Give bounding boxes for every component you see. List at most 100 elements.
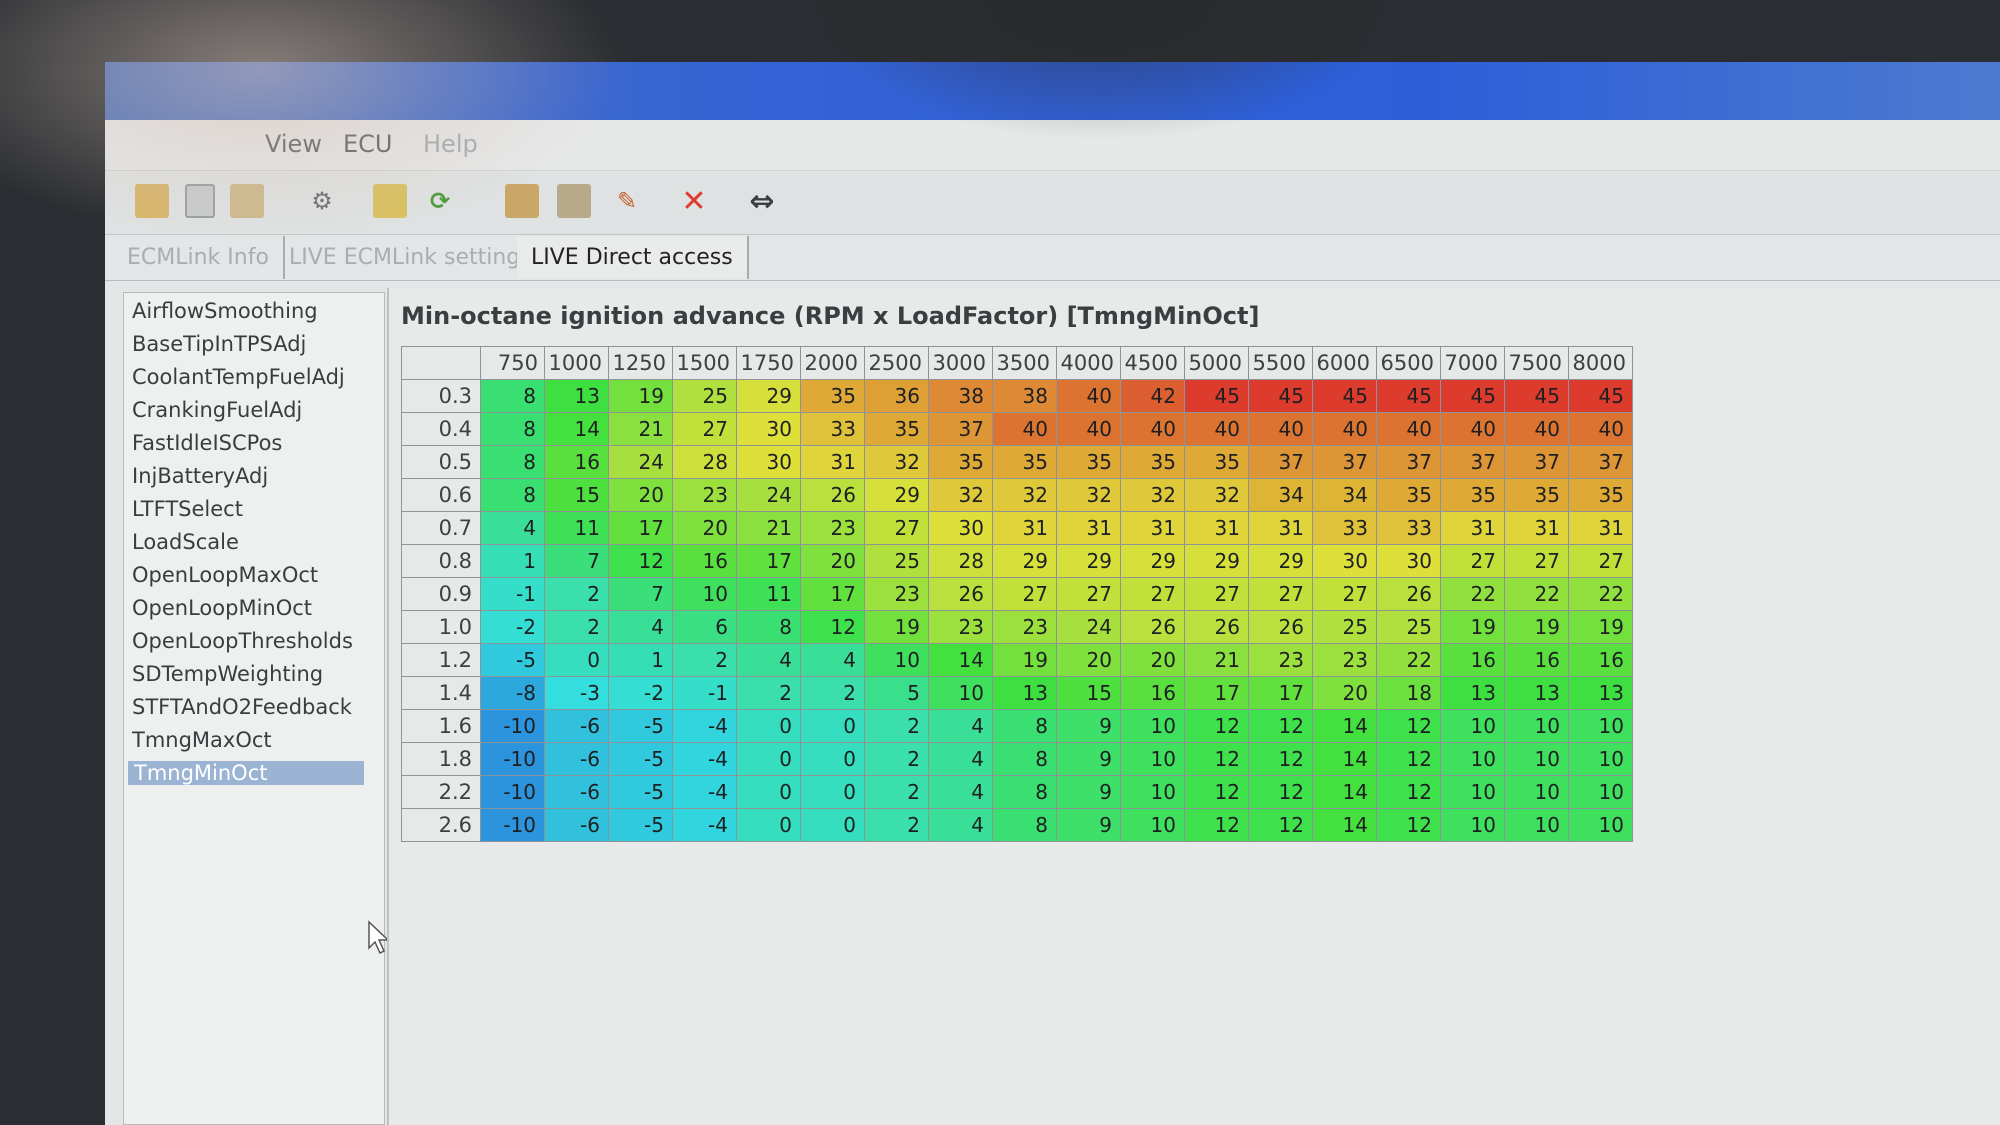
table-cell[interactable]: 8 (480, 478, 545, 512)
table-cell[interactable]: 27 (1184, 577, 1249, 611)
table-cell[interactable]: 31 (1184, 511, 1249, 545)
table-cell[interactable]: 10 (1440, 775, 1505, 809)
table-cell[interactable]: 30 (928, 511, 993, 545)
table-cell[interactable]: 8 (480, 445, 545, 479)
table-cell[interactable]: 10 (1504, 709, 1569, 743)
menu-help[interactable]: Help (423, 130, 478, 158)
table-cell[interactable]: 35 (1056, 445, 1121, 479)
table-cell[interactable]: 40 (1504, 412, 1569, 446)
table-cell[interactable]: 17 (608, 511, 673, 545)
menu-ecu[interactable]: ECU (343, 130, 393, 158)
table-cell[interactable]: 33 (800, 412, 865, 446)
table-cell[interactable]: 31 (1440, 511, 1505, 545)
list-item[interactable]: InjBatteryAdj (132, 464, 268, 488)
table-cell[interactable]: 32 (1056, 478, 1121, 512)
table-cell[interactable]: 12 (1376, 808, 1441, 842)
table-cell[interactable]: 23 (800, 511, 865, 545)
table-cell[interactable]: 31 (1248, 511, 1313, 545)
table-cell[interactable]: 18 (1376, 676, 1441, 710)
table-cell[interactable]: 0 (736, 775, 801, 809)
table-cell[interactable]: 11 (544, 511, 609, 545)
table-cell[interactable]: 37 (928, 412, 993, 446)
table-cell[interactable]: 29 (1248, 544, 1313, 578)
table-cell[interactable]: 33 (1376, 511, 1441, 545)
table-cell[interactable]: 2 (544, 610, 609, 644)
table-cell[interactable]: 13 (992, 676, 1057, 710)
table-cell[interactable]: 1 (608, 643, 673, 677)
table-cell[interactable]: 29 (992, 544, 1057, 578)
table-cell[interactable]: -10 (480, 742, 545, 776)
table-cell[interactable]: 5 (864, 676, 929, 710)
table-cell[interactable]: 2 (672, 643, 737, 677)
table-cell[interactable]: 42 (1120, 379, 1185, 413)
table-cell[interactable]: 34 (1248, 478, 1313, 512)
table-cell[interactable]: 12 (1248, 775, 1313, 809)
tab-live-ecmlink-settings[interactable]: LIVE ECMLink settings (275, 236, 548, 279)
table-cell[interactable]: 10 (1440, 808, 1505, 842)
table-cell[interactable]: 23 (672, 478, 737, 512)
table-cell[interactable]: 40 (1440, 412, 1505, 446)
table-cell[interactable]: 31 (992, 511, 1057, 545)
table-cell[interactable]: 27 (1248, 577, 1313, 611)
table-cell[interactable]: 27 (1120, 577, 1185, 611)
table-cell[interactable]: 12 (1248, 742, 1313, 776)
table-cell[interactable]: 14 (1312, 808, 1377, 842)
table-cell[interactable]: 40 (1184, 412, 1249, 446)
table-cell[interactable]: 37 (1248, 445, 1313, 479)
folder-icon[interactable] (230, 184, 264, 218)
table-cell[interactable]: 10 (864, 643, 929, 677)
table-cell[interactable]: 10 (1440, 742, 1505, 776)
close-icon[interactable]: ✕ (677, 184, 711, 219)
table-cell[interactable]: -6 (544, 709, 609, 743)
list-item[interactable]: FastIdleISCPos (132, 431, 282, 455)
table-cell[interactable]: 8 (480, 412, 545, 446)
table-cell[interactable]: 0 (736, 709, 801, 743)
table-cell[interactable]: 33 (1312, 511, 1377, 545)
table-cell[interactable]: 22 (1440, 577, 1505, 611)
table-cell[interactable]: 22 (1376, 643, 1441, 677)
table-cell[interactable]: -4 (672, 775, 737, 809)
table-cell[interactable]: 32 (1184, 478, 1249, 512)
table-cell[interactable]: 26 (928, 577, 993, 611)
table-cell[interactable]: 27 (1056, 577, 1121, 611)
table-cell[interactable]: 4 (928, 808, 993, 842)
table-cell[interactable]: 31 (1568, 511, 1633, 545)
table-cell[interactable]: 20 (1056, 643, 1121, 677)
table-cell[interactable]: 26 (1376, 577, 1441, 611)
table-cell[interactable]: 14 (928, 643, 993, 677)
table-cell[interactable]: 35 (928, 445, 993, 479)
table-cell[interactable]: 8 (992, 808, 1057, 842)
table-cell[interactable]: 26 (1184, 610, 1249, 644)
table-cell[interactable]: 20 (1312, 676, 1377, 710)
table-cell[interactable]: 27 (864, 511, 929, 545)
table-cell[interactable]: -3 (544, 676, 609, 710)
table-cell[interactable]: 29 (864, 478, 929, 512)
table-cell[interactable]: 8 (992, 709, 1057, 743)
table-cell[interactable]: 2 (864, 775, 929, 809)
table-cell[interactable]: 45 (1440, 379, 1505, 413)
table-cell[interactable]: -2 (608, 676, 673, 710)
table-cell[interactable]: 17 (736, 544, 801, 578)
table-cell[interactable]: 31 (1504, 511, 1569, 545)
table-cell[interactable]: 12 (1376, 775, 1441, 809)
table-cell[interactable]: 10 (1504, 775, 1569, 809)
map-icon[interactable] (505, 184, 539, 218)
table-cell[interactable]: 12 (800, 610, 865, 644)
table-cell[interactable]: 12 (1184, 808, 1249, 842)
list-item[interactable]: STFTAndO2Feedback (132, 695, 352, 719)
table-cell[interactable]: 15 (544, 478, 609, 512)
table-cell[interactable]: 24 (1056, 610, 1121, 644)
table-cell[interactable]: 12 (1184, 742, 1249, 776)
list-item[interactable]: OpenLoopMaxOct (132, 563, 318, 587)
table-cell[interactable]: 25 (864, 544, 929, 578)
table-cell[interactable]: 14 (1312, 775, 1377, 809)
table-cell[interactable]: 30 (736, 412, 801, 446)
table-cell[interactable]: 31 (800, 445, 865, 479)
table-cell[interactable]: 2 (864, 742, 929, 776)
table-cell[interactable]: 4 (928, 775, 993, 809)
table-cell[interactable]: 24 (736, 478, 801, 512)
table-cell[interactable]: 19 (608, 379, 673, 413)
table-cell[interactable]: 9 (1056, 775, 1121, 809)
table-cell[interactable]: 17 (1248, 676, 1313, 710)
table-cell[interactable]: 0 (736, 808, 801, 842)
